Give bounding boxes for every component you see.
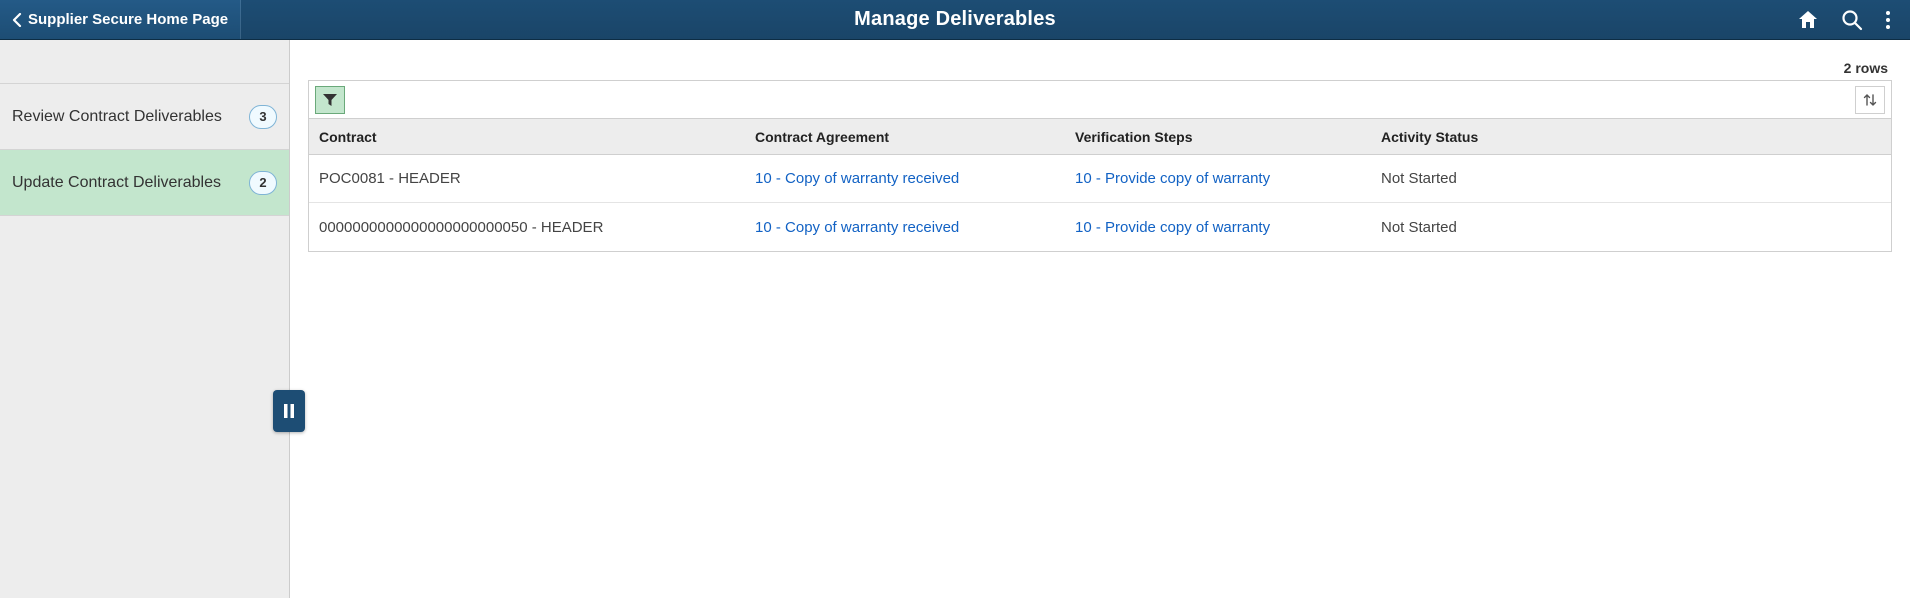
cell-agreement-link[interactable]: 10 - Copy of warranty received (745, 170, 1065, 187)
filter-button[interactable] (315, 86, 345, 114)
cell-contract: 0000000000000000000000050 - HEADER (309, 219, 745, 236)
content-area: Review Contract Deliverables 3 Update Co… (0, 40, 1910, 598)
sidebar: Review Contract Deliverables 3 Update Co… (0, 40, 290, 598)
cell-status: Not Started (1371, 170, 1521, 187)
grid-toolbar (309, 81, 1891, 119)
sidebar-item-label: Update Contract Deliverables (12, 174, 249, 192)
sidebar-item-update-deliverables[interactable]: Update Contract Deliverables 2 (0, 150, 289, 216)
row-count: 2 rows (308, 60, 1892, 76)
cell-verification-link[interactable]: 10 - Provide copy of warranty (1065, 219, 1371, 236)
sort-button[interactable] (1855, 86, 1885, 114)
cell-agreement-link[interactable]: 10 - Copy of warranty received (745, 219, 1065, 236)
sidebar-item-badge: 3 (249, 105, 277, 129)
table-row: 0000000000000000000000050 - HEADER 10 - … (309, 203, 1891, 251)
column-header-status[interactable]: Activity Status (1371, 129, 1521, 145)
filter-icon (322, 93, 338, 107)
table-row: POC0081 - HEADER 10 - Copy of warranty r… (309, 155, 1891, 203)
main-panel: 2 rows Contract Contract Agreement (290, 40, 1910, 598)
home-icon[interactable] (1796, 8, 1820, 32)
header-bar: Supplier Secure Home Page Manage Deliver… (0, 0, 1910, 40)
column-header-contract[interactable]: Contract (309, 129, 745, 145)
header-actions (1796, 8, 1910, 32)
more-icon[interactable] (1884, 8, 1892, 32)
chevron-left-icon (12, 13, 22, 27)
cell-verification-link[interactable]: 10 - Provide copy of warranty (1065, 170, 1371, 187)
grid: Contract Contract Agreement Verification… (308, 80, 1892, 252)
search-icon[interactable] (1840, 8, 1864, 32)
grid-header-row: Contract Contract Agreement Verification… (309, 119, 1891, 155)
cell-status: Not Started (1371, 219, 1521, 236)
sidebar-item-label: Review Contract Deliverables (12, 108, 249, 126)
back-label: Supplier Secure Home Page (28, 11, 228, 28)
back-button[interactable]: Supplier Secure Home Page (0, 0, 241, 39)
sidebar-item-badge: 2 (249, 171, 277, 195)
column-header-verification[interactable]: Verification Steps (1065, 129, 1371, 145)
page-title: Manage Deliverables (854, 8, 1056, 31)
cell-contract: POC0081 - HEADER (309, 170, 745, 187)
sort-icon (1862, 92, 1878, 108)
sidebar-item-review-deliverables[interactable]: Review Contract Deliverables 3 (0, 84, 289, 150)
column-header-agreement[interactable]: Contract Agreement (745, 129, 1065, 145)
sidebar-top-slot (0, 40, 289, 84)
